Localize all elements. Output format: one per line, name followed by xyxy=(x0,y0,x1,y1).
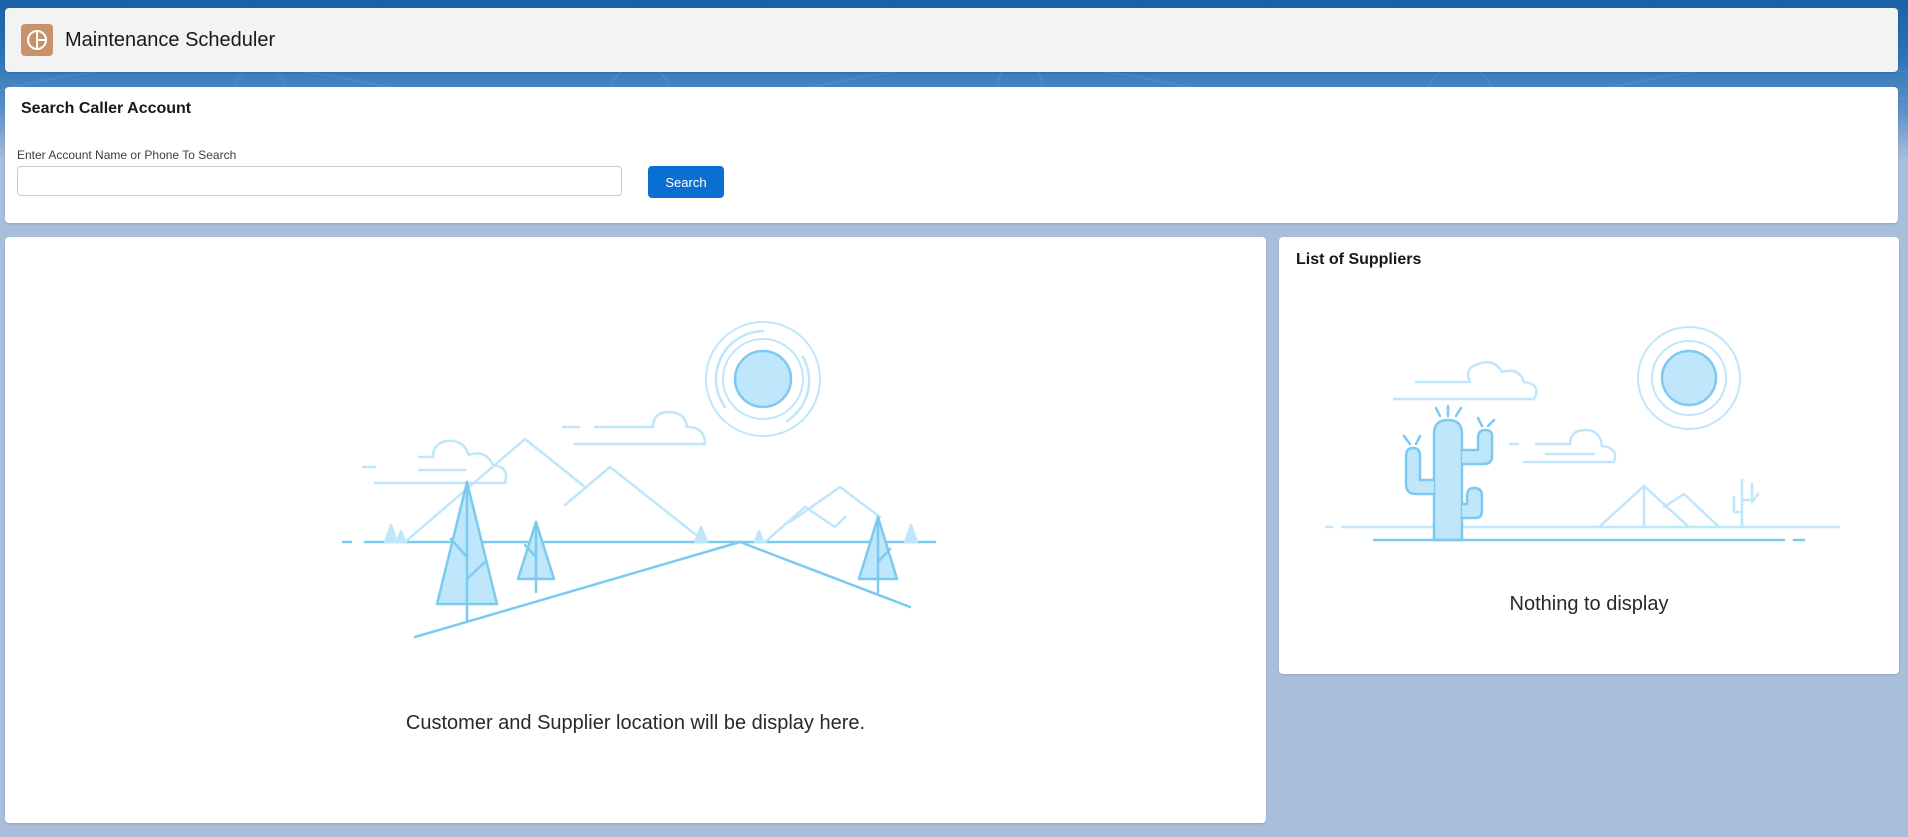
suppliers-empty-message: Nothing to display xyxy=(1509,593,1669,615)
app-title: Maintenance Scheduler xyxy=(65,28,276,51)
search-input[interactable] xyxy=(17,166,622,196)
app-header: Maintenance Scheduler xyxy=(5,8,1898,72)
mountains-sun-trees-illustration xyxy=(341,321,937,639)
desert-cactus-illustration xyxy=(1324,326,1841,542)
search-button[interactable]: Search xyxy=(648,166,724,198)
search-caller-account-card: Search Caller Account Enter Account Name… xyxy=(5,87,1898,223)
suppliers-panel: List of Suppliers Nothing to display xyxy=(1279,237,1899,674)
suppliers-card-title: List of Suppliers xyxy=(1296,251,1422,268)
map-empty-message: Customer and Supplier location will be d… xyxy=(405,712,866,734)
scheduler-app-icon[interactable] xyxy=(21,24,53,56)
app-logo-glyph-icon xyxy=(27,30,47,50)
search-card-title: Search Caller Account xyxy=(21,100,192,117)
search-field-label: Enter Account Name or Phone To Search xyxy=(17,148,237,162)
map-panel: Customer and Supplier location will be d… xyxy=(5,237,1266,823)
